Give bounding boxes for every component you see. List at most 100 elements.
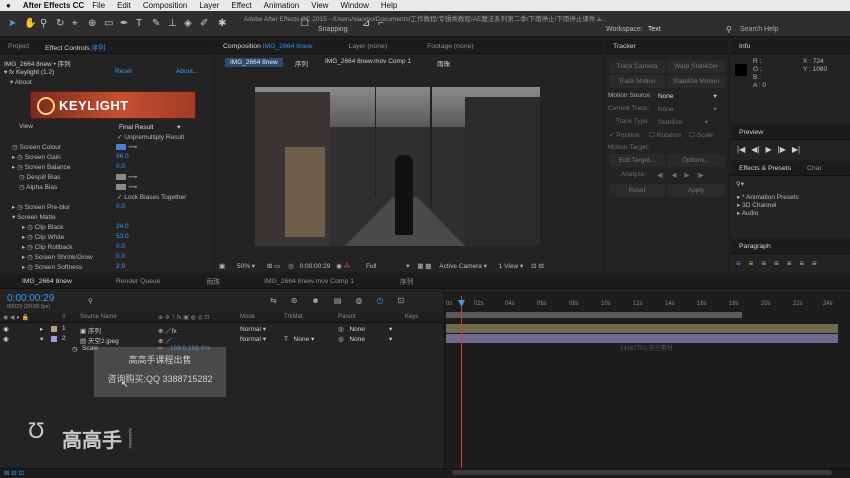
- tab-paragraph[interactable]: Paragraph: [731, 243, 779, 250]
- zoom-tool-icon[interactable]: ⚲: [40, 18, 47, 29]
- fx-toggle-icon[interactable]: ▾ fx: [4, 69, 16, 76]
- brainstorm-icon[interactable]: ⊡: [397, 296, 404, 305]
- screen-matte-group[interactable]: ▾ Screen Matte: [12, 213, 56, 221]
- timeline-search-icon[interactable]: ⚲: [88, 297, 93, 305]
- parent-dropdown[interactable]: ◎ None ▾: [338, 325, 392, 333]
- next-frame-icon[interactable]: |▶: [778, 145, 786, 154]
- tracker-reset-button[interactable]: Reset: [609, 184, 665, 197]
- table-row[interactable]: ◉ ▾ 2 ▤ 天空2.jpeg ⊕ ／ Normal ▾ T None ▾ ◎…: [0, 334, 444, 345]
- tab-effects-presets[interactable]: Effects & Presets: [731, 165, 799, 172]
- comp-crumb-3[interactable]: 雨珠: [437, 58, 450, 68]
- visibility-eye-icon[interactable]: ◉: [3, 325, 9, 333]
- camera-tool-icon[interactable]: ⌖: [72, 18, 78, 29]
- tab-timeline-sequence[interactable]: 序列: [392, 276, 422, 286]
- tab-tracker[interactable]: Tracker: [605, 43, 644, 50]
- stopwatch-icon[interactable]: ◷: [27, 254, 34, 261]
- disclosure-icon[interactable]: ▸: [40, 325, 43, 333]
- menu-edit[interactable]: Edit: [117, 1, 131, 10]
- exposure-icon[interactable]: ⊟: [538, 263, 543, 270]
- align-center-icon[interactable]: ≡: [749, 259, 754, 268]
- visibility-eye-icon[interactable]: ◉: [3, 335, 9, 343]
- rectangle-tool-icon[interactable]: ▭: [104, 18, 113, 29]
- options-button[interactable]: Options...: [667, 154, 725, 167]
- snap-edge-icon[interactable]: ⌐: [378, 18, 384, 29]
- track-type-dropdown[interactable]: Stabilize ▾: [658, 118, 708, 126]
- tab-character[interactable]: Char: [799, 165, 830, 172]
- graph-editor-icon[interactable]: ◷: [376, 296, 383, 305]
- colour-swatch[interactable]: [116, 174, 126, 181]
- frame-blend-icon[interactable]: ▤: [334, 296, 342, 305]
- about-group[interactable]: ▾ About: [10, 78, 32, 86]
- analyze-back-frame-icon[interactable]: ◀|: [657, 172, 664, 179]
- align-left-icon[interactable]: ≡: [736, 259, 741, 268]
- reset-exposure-icon[interactable]: ⊡: [531, 263, 536, 270]
- tab-timeline-main[interactable]: IMG_2664 8new: [14, 278, 80, 285]
- eyedropper-icon[interactable]: ⟿: [128, 174, 137, 181]
- tab-timeline-raindrop[interactable]: 雨珠: [198, 276, 228, 286]
- screen-gain-value[interactable]: 96.0: [116, 153, 129, 160]
- stopwatch-icon[interactable]: ◷: [72, 345, 78, 353]
- tab-render-queue[interactable]: Render Queue: [108, 278, 169, 285]
- layer-bar-2[interactable]: [446, 334, 838, 343]
- menu-animation[interactable]: Animation: [264, 1, 300, 10]
- stopwatch-icon[interactable]: ◷: [17, 164, 24, 171]
- justify-right-icon[interactable]: ≡: [799, 259, 804, 268]
- apple-icon[interactable]: ●: [6, 1, 11, 10]
- pen-tool-icon[interactable]: ✒: [120, 18, 128, 29]
- tracker-apply-button[interactable]: Apply: [667, 184, 725, 197]
- tab-info[interactable]: Info: [731, 43, 758, 50]
- stopwatch-icon[interactable]: ◷: [17, 154, 24, 161]
- fx-name[interactable]: ▾ fx Keylight (1.2): [4, 68, 54, 76]
- eraser-tool-icon[interactable]: ◈: [184, 18, 192, 29]
- lock-biases-checkbox[interactable]: ✓ Lock Biases Together: [117, 193, 186, 201]
- eyedropper-icon[interactable]: ⟿: [128, 184, 137, 191]
- eyedropper-icon[interactable]: ⟿: [128, 144, 137, 151]
- track-motion-button[interactable]: Track Motion: [609, 75, 665, 88]
- prev-frame-icon[interactable]: ◀|: [751, 145, 759, 154]
- search-help-input[interactable]: Search Help: [740, 26, 779, 33]
- type-tool-icon[interactable]: T: [136, 18, 142, 29]
- clone-stamp-tool-icon[interactable]: ⊥: [168, 18, 177, 29]
- screen-softness-value[interactable]: 2.9: [116, 263, 125, 270]
- mode-dropdown[interactable]: Normal ▾: [240, 325, 266, 333]
- motion-source-dropdown[interactable]: None ▾: [658, 92, 717, 100]
- tab-layer[interactable]: Layer (none): [341, 43, 396, 50]
- comp-flowchart-icon[interactable]: ⇆: [270, 296, 277, 305]
- screen-colour-swatch[interactable]: ⟿: [116, 143, 137, 151]
- menu-file[interactable]: File: [92, 1, 105, 10]
- colour-swatch[interactable]: [116, 184, 126, 191]
- tab-composition[interactable]: Composition IMG_2664 8new: [215, 43, 321, 50]
- justify-left-icon[interactable]: ≡: [774, 259, 779, 268]
- view-dropdown[interactable]: Final Result ▾: [119, 123, 180, 131]
- current-track-dropdown[interactable]: None ▾: [658, 105, 717, 113]
- menu-window[interactable]: Window: [340, 1, 368, 10]
- menu-view[interactable]: View: [311, 1, 328, 10]
- analyze-forward-frame-icon[interactable]: |▶: [697, 172, 704, 179]
- alpha-bias-swatch[interactable]: ⟿: [116, 183, 137, 191]
- position-checkbox[interactable]: ✓ Position: [609, 131, 639, 139]
- views-dropdown[interactable]: 1 View ▾: [499, 263, 523, 270]
- clip-white-value[interactable]: 53.0: [116, 233, 129, 240]
- menu-help[interactable]: Help: [381, 1, 397, 10]
- mask-icon[interactable]: ▭: [274, 263, 280, 270]
- colour-swatch[interactable]: [116, 144, 126, 151]
- last-frame-icon[interactable]: ▶|: [792, 145, 800, 154]
- label-color-swatch[interactable]: [51, 336, 57, 342]
- preset-item-audio[interactable]: ▸ Audio: [737, 209, 758, 217]
- draft-3d-icon[interactable]: ⊛: [291, 296, 298, 305]
- comp-crumb-2[interactable]: IMG_2664 8new.mov Comp 1: [325, 58, 411, 65]
- channel-icon[interactable]: ⁂: [344, 263, 351, 270]
- app-menu[interactable]: After Effects CC: [23, 1, 84, 10]
- scale-checkbox[interactable]: ☐ Scale: [689, 131, 713, 139]
- camera-dropdown[interactable]: Active Camera ▾: [439, 263, 487, 270]
- parent-dropdown[interactable]: ◎ None ▾: [338, 335, 392, 343]
- analyze-backward-icon[interactable]: ◀: [672, 172, 677, 179]
- snapshot-icon[interactable]: ◎: [288, 263, 294, 270]
- comp-viewer-image[interactable]: [255, 87, 540, 246]
- fx-about-button[interactable]: About...: [176, 68, 198, 75]
- hand-tool-icon[interactable]: ✋: [24, 18, 36, 29]
- screen-shrink-value[interactable]: 0.0: [116, 253, 125, 260]
- mode-dropdown[interactable]: Normal ▾: [240, 335, 266, 343]
- justify-all-icon[interactable]: ≡: [812, 259, 817, 268]
- search-icon[interactable]: ⚲: [726, 25, 732, 34]
